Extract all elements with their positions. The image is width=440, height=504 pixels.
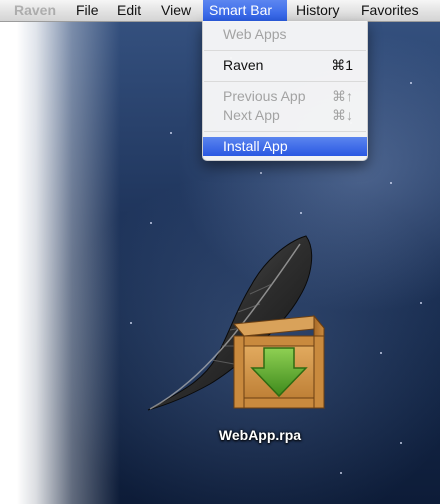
menu-item-web-apps: Web Apps: [203, 25, 367, 44]
menu-separator: [204, 131, 366, 132]
menu-item-previous-app: Previous App ⌘↑: [203, 87, 367, 106]
menu-item-label: Install App: [223, 138, 288, 154]
feather-package-icon: [147, 235, 325, 411]
menu-favorites[interactable]: Favorites: [355, 0, 425, 21]
star: [130, 322, 132, 324]
menu-edit[interactable]: Edit: [111, 0, 147, 21]
star: [300, 212, 302, 214]
smart-bar-dropdown: Web Apps Raven ⌘1 Previous App ⌘↑ Next A…: [202, 21, 368, 161]
menu-separator: [204, 50, 366, 51]
star: [380, 352, 382, 354]
star: [170, 132, 172, 134]
menu-item-label: Raven: [223, 57, 264, 73]
star: [260, 172, 262, 174]
star: [150, 222, 152, 224]
menu-item-next-app: Next App ⌘↓: [203, 106, 367, 125]
file-name-label[interactable]: WebApp.rpa: [190, 427, 330, 443]
star: [340, 472, 342, 474]
menu-item-install-app[interactable]: Install App: [203, 137, 367, 156]
shortcut-label: ⌘1: [331, 57, 353, 73]
menu-separator: [204, 81, 366, 82]
menu-item-label: Web Apps: [223, 26, 287, 42]
menu-smart-bar[interactable]: Smart Bar: [203, 0, 287, 21]
wallpaper-fade: [0, 22, 120, 504]
menu-item-label: Previous App: [223, 88, 306, 104]
menu-item-label: Next App: [223, 107, 280, 123]
webapp-file-icon[interactable]: [140, 232, 330, 432]
package-box: [233, 314, 325, 410]
menu-file[interactable]: File: [70, 0, 105, 21]
star: [390, 182, 392, 184]
star: [400, 442, 402, 444]
shortcut-label: ⌘↑: [332, 88, 353, 104]
menu-view[interactable]: View: [155, 0, 197, 21]
star: [410, 82, 412, 84]
menu-app-name[interactable]: Raven: [8, 0, 62, 21]
shortcut-label: ⌘↓: [332, 107, 353, 123]
menu-bar: Raven File Edit View Smart Bar History F…: [0, 0, 440, 22]
menu-history[interactable]: History: [290, 0, 346, 21]
menu-item-raven[interactable]: Raven ⌘1: [203, 56, 367, 75]
star: [420, 302, 422, 304]
